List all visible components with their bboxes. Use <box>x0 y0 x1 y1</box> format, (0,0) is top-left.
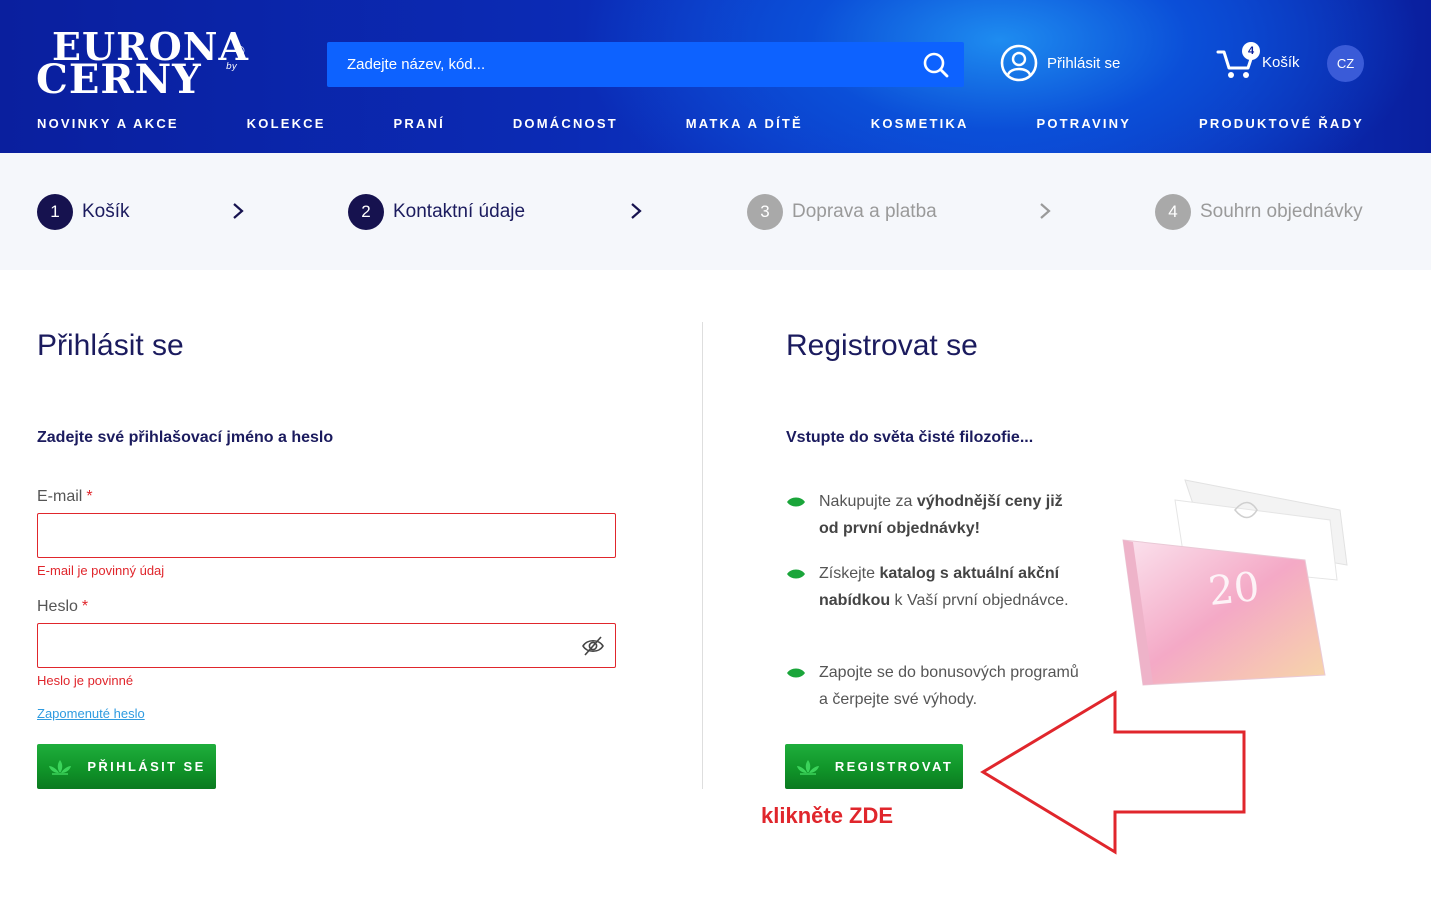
step-label: Doprava a platba <box>792 201 937 222</box>
site-header: EURONA ® CERNY by Přihlásit se 4 Košík <box>0 0 1431 153</box>
step-label: Souhrn objednávky <box>1200 201 1363 222</box>
step-shipping: 3 Doprava a platba <box>747 194 937 230</box>
forgot-password-link[interactable]: Zapomenuté heslo <box>37 706 145 721</box>
chevron-right-icon <box>1040 203 1051 219</box>
nav-item-potraviny[interactable]: POTRAVINY <box>1036 116 1131 136</box>
language-switcher[interactable]: CZ <box>1327 45 1364 82</box>
email-label: E-mail * <box>37 488 93 506</box>
header-cart-label: Košík <box>1262 53 1300 71</box>
nav-item-domacnost[interactable]: DOMÁCNOST <box>513 116 618 136</box>
nav-item-kosmetika[interactable]: KOSMETIKA <box>871 116 969 136</box>
chevron-right-icon <box>631 203 642 219</box>
step-label: Košík <box>82 201 130 222</box>
step-cart[interactable]: 1 Košík <box>37 194 130 230</box>
step-number: 2 <box>348 194 384 230</box>
leaf-icon <box>787 497 805 507</box>
search-box <box>327 42 964 87</box>
nav-item-prani[interactable]: PRANÍ <box>394 116 445 136</box>
email-label-text: E-mail <box>37 488 83 505</box>
main-nav: NOVINKY A AKCE KOLEKCE PRANÍ DOMÁCNOST M… <box>37 116 1364 136</box>
lotus-icon <box>796 759 819 775</box>
email-field[interactable] <box>38 514 615 557</box>
arrow-left-icon <box>980 690 1246 855</box>
eurona-logo[interactable]: EURONA ® CERNY by <box>36 28 251 100</box>
search-icon[interactable] <box>922 51 950 79</box>
cart-icon-wrap: 4 <box>1216 42 1260 80</box>
logo-line-2: CERNY <box>36 56 202 103</box>
login-title: Přihlásit se <box>37 329 184 362</box>
benefit-text: Nakupujte za <box>819 493 917 510</box>
step-number: 1 <box>37 194 73 230</box>
step-summary: 4 Souhrn objednávky <box>1155 194 1363 230</box>
cta-annotation: klikněte ZDE <box>761 803 894 828</box>
required-mark: * <box>81 598 89 615</box>
chevron-right-icon <box>233 203 244 219</box>
cart-count-badge: 4 <box>1242 42 1260 60</box>
step-contact[interactable]: 2 Kontaktní údaje <box>348 194 525 230</box>
required-mark: * <box>86 488 93 505</box>
leaf-icon <box>787 569 805 579</box>
logo-registered-mark: ® <box>234 44 246 58</box>
catalog-image: 20 <box>1122 479 1348 686</box>
logo-by: by <box>226 62 238 72</box>
benefit-item: Nakupujte za výhodnější ceny již od prvn… <box>786 488 1086 542</box>
nav-item-kolekce[interactable]: KOLEKCE <box>247 116 326 136</box>
eye-slash-icon[interactable] <box>581 635 605 657</box>
nav-item-novinky[interactable]: NOVINKY A AKCE <box>37 116 179 136</box>
register-button-label: REGISTROVAT <box>834 759 954 774</box>
leaf-icon <box>787 668 805 678</box>
user-icon <box>1000 44 1038 82</box>
benefit-text: k Vaší první objednávce. <box>890 592 1069 609</box>
svg-text:20: 20 <box>1206 564 1261 615</box>
email-field-wrap <box>37 513 616 558</box>
lotus-icon <box>49 759 72 775</box>
header-login-label: Přihlásit se <box>1047 54 1121 72</box>
step-label: Kontaktní údaje <box>393 201 526 222</box>
benefit-text: Získejte <box>819 565 880 582</box>
password-error: Heslo je povinné <box>37 673 134 688</box>
password-field[interactable] <box>38 624 615 667</box>
benefit-item: Získejte katalog s aktuální akční nabídk… <box>786 560 1086 614</box>
step-number: 3 <box>747 194 783 230</box>
register-subtitle: Vstupte do světa čisté filozofie... <box>786 429 1034 446</box>
step-number: 4 <box>1155 194 1191 230</box>
header-cart-link[interactable]: 4 Košík <box>1216 42 1300 82</box>
email-error: E-mail je povinný údaj <box>37 563 165 578</box>
nav-item-matka-a-dite[interactable]: MATKA A DÍTĚ <box>686 116 803 136</box>
password-label-text: Heslo <box>37 598 78 615</box>
login-subtitle: Zadejte své přihlašovací jméno a heslo <box>37 429 334 446</box>
column-divider <box>702 322 703 789</box>
search-input[interactable] <box>327 42 907 87</box>
register-button[interactable]: REGISTROVAT <box>785 744 963 789</box>
password-label: Heslo * <box>37 598 88 616</box>
login-button-label: PŘIHLÁSIT SE <box>87 759 206 774</box>
password-field-wrap <box>37 623 616 668</box>
checkout-steps: 1 Košík 2 Kontaktní údaje 3 Doprava a pl… <box>0 153 1431 270</box>
register-title: Registrovat se <box>786 329 978 362</box>
nav-item-produktove-rady[interactable]: PRODUKTOVÉ ŘADY <box>1199 116 1364 136</box>
header-login-link[interactable]: Přihlásit se <box>1000 44 1120 82</box>
login-button[interactable]: PŘIHLÁSIT SE <box>37 744 216 789</box>
